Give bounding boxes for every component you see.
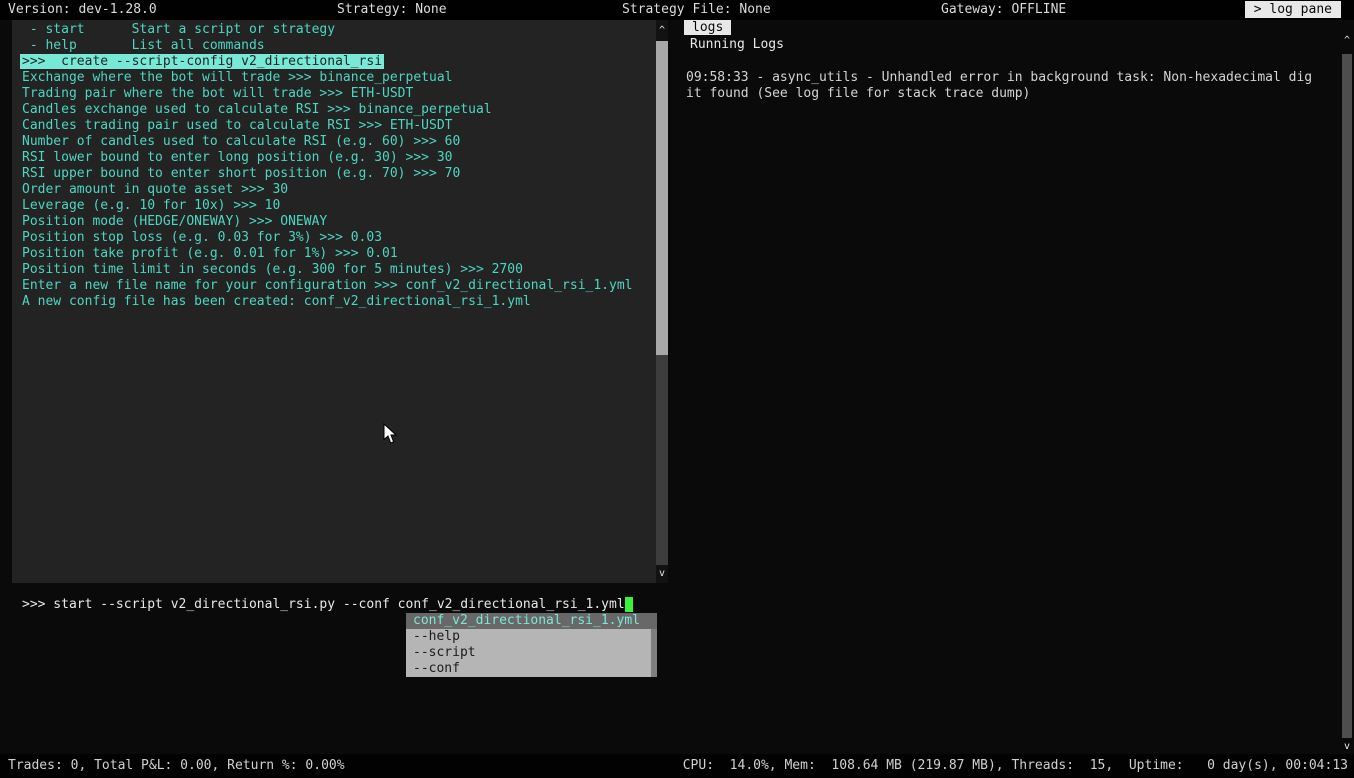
autocomplete-scrollbar[interactable] <box>651 629 657 677</box>
qa-line: Enter a new file name for your configura… <box>22 278 656 294</box>
log-scrollbar[interactable]: ^ v <box>1342 30 1352 756</box>
output-scrollbar[interactable]: ^ v <box>656 20 668 583</box>
autocomplete-option-selected[interactable]: conf_v2_directional_rsi_1.yml <box>406 613 657 629</box>
log-scroll-down-icon[interactable]: v <box>1342 739 1352 755</box>
system-status: CPU: 14.0%, Mem: 108.64 MB (219.87 MB), … <box>683 754 1348 778</box>
autocomplete-option[interactable]: --conf <box>406 661 657 677</box>
qa-line: Trading pair where the bot will trade >>… <box>22 86 656 102</box>
scroll-up-icon[interactable]: ^ <box>656 23 668 39</box>
autocomplete-menu: conf_v2_directional_rsi_1.yml --help --s… <box>406 613 657 677</box>
trades-status: Trades: 0, Total P&L: 0.00, Return %: 0.… <box>8 754 345 778</box>
qa-line: Number of candles used to calculate RSI … <box>22 134 656 150</box>
input-cursor <box>625 597 633 612</box>
tab-logs[interactable]: logs <box>684 20 731 35</box>
qa-line: Candles exchange used to calculate RSI >… <box>22 102 656 118</box>
qa-line: Leverage (e.g. 10 for 10x) >>> 10 <box>22 198 656 214</box>
qa-line: Exchange where the bot will trade >>> bi… <box>22 70 656 86</box>
qa-line: Position take profit (e.g. 0.01 for 1%) … <box>22 246 656 262</box>
command-input[interactable]: >>> start --script v2_directional_rsi.py… <box>22 597 633 613</box>
hummingbot-terminal: { "header": { "version": "Version: dev-1… <box>0 0 1354 778</box>
output-scrollbar-thumb[interactable] <box>656 41 668 355</box>
scroll-down-icon[interactable]: v <box>656 566 668 582</box>
log-entry: 09:58:33 - async_utils - Unhandled error… <box>686 70 1312 102</box>
output-pane[interactable]: - start Start a script or strategy - hel… <box>12 20 656 583</box>
autocomplete-option[interactable]: --script <box>406 645 657 661</box>
qa-line: Position stop loss (e.g. 0.03 for 3%) >>… <box>22 230 656 246</box>
help-line: - start Start a script or strategy <box>22 22 656 38</box>
gateway-label: Gateway: OFFLINE <box>941 0 1066 20</box>
command-highlight-line: >>> create --script-config v2_directiona… <box>22 54 656 70</box>
command-input-text: >>> start --script v2_directional_rsi.py… <box>22 597 625 612</box>
autocomplete-option[interactable]: --help <box>406 629 657 645</box>
version-label: Version: dev-1.28.0 <box>8 0 157 20</box>
qa-line: RSI upper bound to enter short position … <box>22 166 656 182</box>
log-scroll-up-icon[interactable]: ^ <box>1342 33 1352 49</box>
strategy-label: Strategy: None <box>337 0 447 20</box>
help-line: - help List all commands <box>22 38 656 54</box>
highlighted-command: >>> create --script-config v2_directiona… <box>20 54 384 69</box>
qa-line: Position mode (HEDGE/ONEWAY) >>> ONEWAY <box>22 214 656 230</box>
top-status-bar: Version: dev-1.28.0 Strategy: None Strat… <box>0 0 1354 20</box>
bottom-status-bar: Trades: 0, Total P&L: 0.00, Return %: 0.… <box>0 754 1354 778</box>
strategy-file-label: Strategy File: None <box>622 0 771 20</box>
qa-line: Candles trading pair used to calculate R… <box>22 118 656 134</box>
qa-line: Order amount in quote asset >>> 30 <box>22 182 656 198</box>
qa-line: RSI lower bound to enter long position (… <box>22 150 656 166</box>
log-scrollbar-thumb[interactable] <box>1342 54 1352 738</box>
result-line: A new config file has been created: conf… <box>22 294 656 310</box>
log-pane-button[interactable]: > log pane <box>1245 1 1341 18</box>
output-scrollbar-track[interactable] <box>656 355 668 565</box>
log-pane-title: Running Logs <box>690 37 784 53</box>
qa-line: Position time limit in seconds (e.g. 300… <box>22 262 656 278</box>
